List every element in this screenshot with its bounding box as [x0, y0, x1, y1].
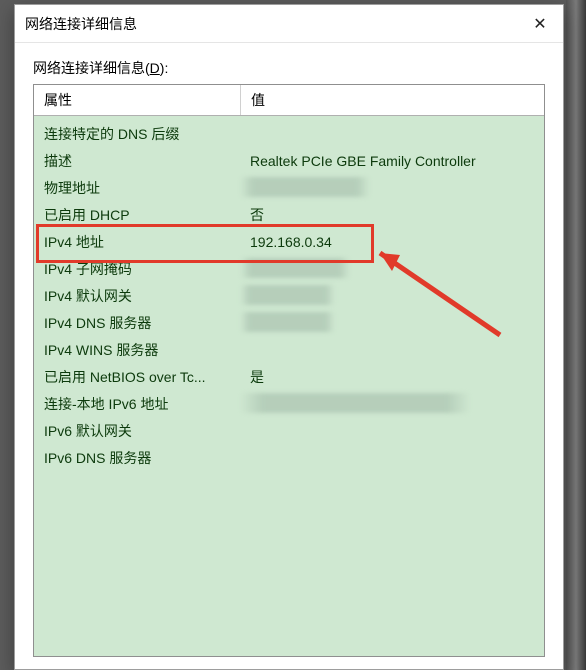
prop-cell: IPv4 WINS 服务器 [34, 340, 240, 360]
label-suffix: ): [160, 60, 169, 76]
table-row[interactable]: IPv4 默认网关 [34, 282, 544, 309]
redaction-blur [240, 312, 335, 332]
backdrop [566, 0, 586, 670]
prop-cell: IPv6 默认网关 [34, 421, 240, 441]
val-cell: Realtek PCIe GBE Family Controller [240, 153, 544, 169]
prop-cell: 物理地址 [34, 178, 240, 198]
details-grid[interactable]: 属性 值 连接特定的 DNS 后缀 描述 Realtek PCIe GBE Fa… [33, 84, 545, 657]
prop-cell: IPv4 子网掩码 [34, 259, 240, 279]
table-row[interactable]: 连接特定的 DNS 后缀 [34, 120, 544, 147]
details-list-label: 网络连接详细信息(D): [33, 58, 545, 78]
prop-cell: 描述 [34, 151, 240, 171]
table-row[interactable]: 物理地址 [34, 174, 544, 201]
val-cell: 192.168.0.34 [240, 234, 544, 250]
val-cell: 是 [240, 367, 544, 387]
table-row[interactable]: IPv4 WINS 服务器 [34, 336, 544, 363]
redaction-blur [240, 258, 350, 278]
prop-cell: 连接-本地 IPv6 地址 [34, 394, 240, 414]
prop-cell: IPv6 DNS 服务器 [34, 448, 240, 468]
table-row[interactable]: IPv6 默认网关 [34, 417, 544, 444]
client-area: 网络连接详细信息(D): 属性 值 连接特定的 DNS 后缀 描述 Realte… [15, 43, 563, 669]
table-row[interactable]: IPv4 子网掩码 [34, 255, 544, 282]
column-header-property[interactable]: 属性 [34, 85, 241, 115]
table-row[interactable]: IPv4 地址 192.168.0.34 [34, 228, 544, 255]
close-icon: ✕ [533, 14, 546, 34]
network-details-window: 网络连接详细信息 ✕ 网络连接详细信息(D): 属性 值 连接特定的 DNS 后… [14, 4, 564, 670]
prop-cell: IPv4 DNS 服务器 [34, 313, 240, 333]
prop-cell: IPv4 默认网关 [34, 286, 240, 306]
prop-cell: 已启用 DHCP [34, 205, 240, 225]
redaction-blur [240, 285, 335, 305]
grid-body: 连接特定的 DNS 后缀 描述 Realtek PCIe GBE Family … [34, 116, 544, 471]
grid-header: 属性 值 [34, 85, 544, 116]
table-row[interactable]: 描述 Realtek PCIe GBE Family Controller [34, 147, 544, 174]
table-row[interactable]: 已启用 DHCP 否 [34, 201, 544, 228]
prop-cell: IPv4 地址 [34, 232, 240, 252]
column-header-value[interactable]: 值 [241, 85, 544, 115]
close-button[interactable]: ✕ [517, 5, 563, 42]
table-row[interactable]: 已启用 NetBIOS over Tc... 是 [34, 363, 544, 390]
label-hotkey: D [150, 60, 160, 76]
prop-cell: 连接特定的 DNS 后缀 [34, 124, 240, 144]
redaction-blur [240, 393, 470, 413]
table-row[interactable]: 连接-本地 IPv6 地址 [34, 390, 544, 417]
table-row[interactable]: IPv4 DNS 服务器 [34, 309, 544, 336]
prop-cell: 已启用 NetBIOS over Tc... [34, 367, 240, 387]
window-title: 网络连接详细信息 [25, 14, 137, 34]
table-row[interactable]: IPv6 DNS 服务器 [34, 444, 544, 471]
label-prefix: 网络连接详细信息( [33, 60, 150, 76]
titlebar: 网络连接详细信息 ✕ [15, 5, 563, 43]
val-cell: 否 [240, 205, 544, 225]
redaction-blur [240, 177, 370, 197]
